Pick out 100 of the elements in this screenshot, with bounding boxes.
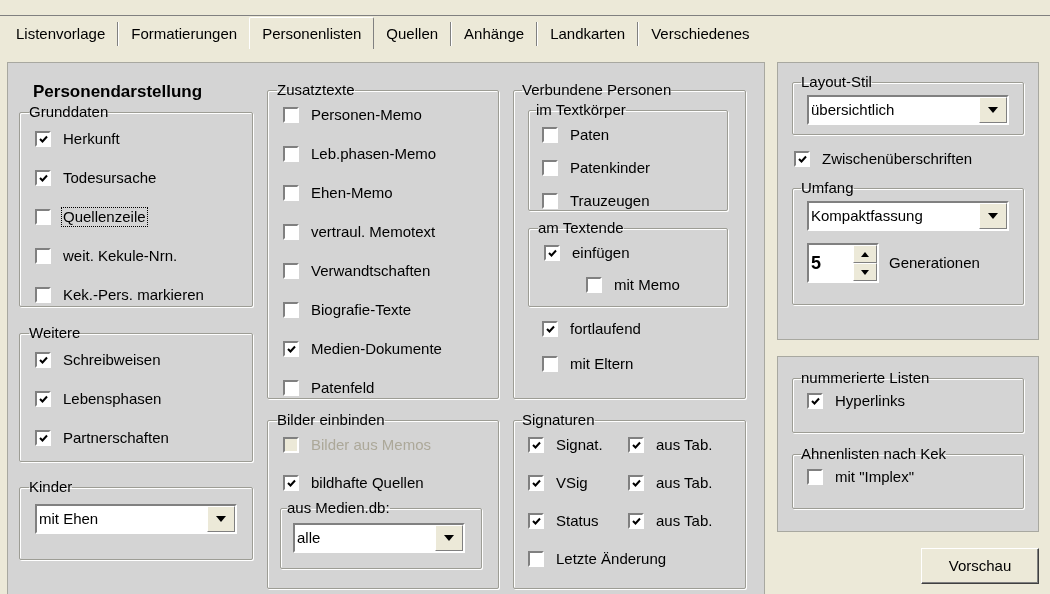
tab[interactable]: Anhänge xyxy=(452,20,537,48)
checkbox-label[interactable]: VSig xyxy=(554,473,590,493)
checkbox[interactable] xyxy=(528,551,544,567)
checkbox-label[interactable]: Ehen-Memo xyxy=(309,183,395,203)
down-arrow-icon xyxy=(861,269,869,275)
checkbox[interactable] xyxy=(807,469,823,485)
checkbox-label[interactable]: Patenfeld xyxy=(309,378,377,398)
checkbox[interactable] xyxy=(542,356,558,372)
checkbox-label[interactable]: Patenkinder xyxy=(568,158,653,178)
checkbox-label[interactable]: Paten xyxy=(568,125,612,145)
checkbox-label[interactable]: Verwandtschaften xyxy=(309,261,433,281)
spin-up-button[interactable] xyxy=(853,245,877,263)
checkbox[interactable] xyxy=(283,302,299,318)
checkbox[interactable] xyxy=(35,248,51,264)
checkbox-label[interactable]: fortlaufend xyxy=(568,319,643,339)
checkbox-label[interactable]: mit "Implex" xyxy=(833,467,916,487)
checkbox-label[interactable]: Quellenzeile xyxy=(61,207,148,227)
dropdown-arrow-button[interactable] xyxy=(979,203,1007,229)
checkbox[interactable] xyxy=(586,277,602,293)
checkbox-label[interactable]: vertraul. Memotext xyxy=(309,222,438,242)
checkmark-icon xyxy=(545,324,555,334)
caret-icon xyxy=(988,107,998,113)
checkbox[interactable] xyxy=(542,321,558,337)
checkbox[interactable] xyxy=(542,127,558,143)
checkbox[interactable] xyxy=(35,287,51,303)
dropdown[interactable]: übersichtlich xyxy=(807,95,1009,125)
checkmark-icon xyxy=(797,154,807,164)
checkbox[interactable] xyxy=(283,185,299,201)
tab[interactable]: Listenvorlage xyxy=(4,20,118,48)
checkbox-label[interactable]: aus Tab. xyxy=(654,473,715,493)
checkmark-icon xyxy=(531,440,541,450)
checkbox-label[interactable]: Signat. xyxy=(554,435,605,455)
group-label: Layout-Stil xyxy=(801,73,872,91)
dropdown-value: übersichtlich xyxy=(810,100,896,120)
checkbox[interactable] xyxy=(528,513,544,529)
checkbox[interactable] xyxy=(35,391,51,407)
checkbox-label[interactable]: Hyperlinks xyxy=(833,391,908,411)
checkbox[interactable] xyxy=(283,380,299,396)
preview-button[interactable]: Vorschau xyxy=(921,548,1039,584)
checkbox[interactable] xyxy=(35,170,51,186)
checkbox-label[interactable]: mit Memo xyxy=(612,275,682,295)
dropdown[interactable]: mit Ehen xyxy=(35,504,237,534)
dropdown-value: Kompaktfassung xyxy=(810,206,924,226)
tab[interactable]: Formatierungen xyxy=(119,20,250,48)
checkbox[interactable] xyxy=(628,475,644,491)
tab[interactable]: Landkarten xyxy=(538,20,638,48)
checkbox[interactable] xyxy=(283,263,299,279)
checkbox[interactable] xyxy=(542,160,558,176)
dropdown-arrow-button[interactable] xyxy=(979,97,1007,123)
checkbox-label[interactable]: Zwischenüberschriften xyxy=(820,149,975,169)
tab[interactable]: Verschiedenes xyxy=(639,20,762,48)
checkbox[interactable] xyxy=(283,107,299,123)
spinner-field[interactable]: 5 xyxy=(807,243,879,283)
checkbox-label[interactable]: weit. Kekule-Nrn. xyxy=(61,246,180,266)
checkmark-icon xyxy=(38,433,48,443)
checkbox-label[interactable]: bildhafte Quellen xyxy=(309,473,426,493)
spin-down-button[interactable] xyxy=(853,263,877,281)
checkbox[interactable] xyxy=(528,475,544,491)
checkbox[interactable] xyxy=(35,209,51,225)
checkbox-label[interactable]: einfügen xyxy=(570,243,632,263)
group-label: nummerierte Listen xyxy=(801,369,930,387)
checkbox-label[interactable]: Biografie-Texte xyxy=(309,300,414,320)
checkbox[interactable] xyxy=(283,146,299,162)
checkbox[interactable] xyxy=(807,393,823,409)
checkbox[interactable] xyxy=(544,245,560,261)
checkbox-label[interactable]: Kek.-Pers. markieren xyxy=(61,285,206,305)
checkbox[interactable] xyxy=(35,131,51,147)
checkbox-label[interactable]: Leb.phasen-Memo xyxy=(309,144,439,164)
checkbox-label[interactable]: Trauzeugen xyxy=(568,191,652,211)
checkbox-label[interactable]: Todesursache xyxy=(61,168,159,188)
group-label: am Textende xyxy=(538,219,624,237)
dropdown[interactable]: Kompaktfassung xyxy=(807,201,1009,231)
checkbox[interactable] xyxy=(794,151,810,167)
checkbox[interactable] xyxy=(35,430,51,446)
checkbox-label[interactable]: Personen-Memo xyxy=(309,105,424,125)
dropdown[interactable]: alle xyxy=(293,523,465,553)
group-label: Verbundene Personen xyxy=(522,81,672,99)
checkbox-label[interactable]: Medien-Dokumente xyxy=(309,339,444,359)
up-arrow-icon xyxy=(861,251,869,257)
checkbox[interactable] xyxy=(628,513,644,529)
checkbox-label[interactable]: Herkunft xyxy=(61,129,122,149)
checkbox-label[interactable]: Lebensphasen xyxy=(61,389,164,409)
checkbox-label[interactable]: Status xyxy=(554,511,601,531)
checkbox[interactable] xyxy=(283,341,299,357)
dropdown-arrow-button[interactable] xyxy=(435,525,463,551)
checkbox[interactable] xyxy=(283,224,299,240)
checkbox-label[interactable]: aus Tab. xyxy=(654,511,715,531)
checkbox-label[interactable]: Schreibweisen xyxy=(61,350,163,370)
checkbox-label[interactable]: Letzte Änderung xyxy=(554,549,669,569)
tab[interactable]: Personenlisten xyxy=(249,17,375,49)
checkbox-label[interactable]: aus Tab. xyxy=(654,435,715,455)
tab[interactable]: Quellen xyxy=(374,20,451,48)
checkbox[interactable] xyxy=(283,475,299,491)
checkbox[interactable] xyxy=(628,437,644,453)
checkbox[interactable] xyxy=(528,437,544,453)
checkbox[interactable] xyxy=(35,352,51,368)
checkbox[interactable] xyxy=(542,193,558,209)
dropdown-arrow-button[interactable] xyxy=(207,506,235,532)
checkbox-label[interactable]: Partnerschaften xyxy=(61,428,171,448)
checkbox-label[interactable]: mit Eltern xyxy=(568,354,636,374)
